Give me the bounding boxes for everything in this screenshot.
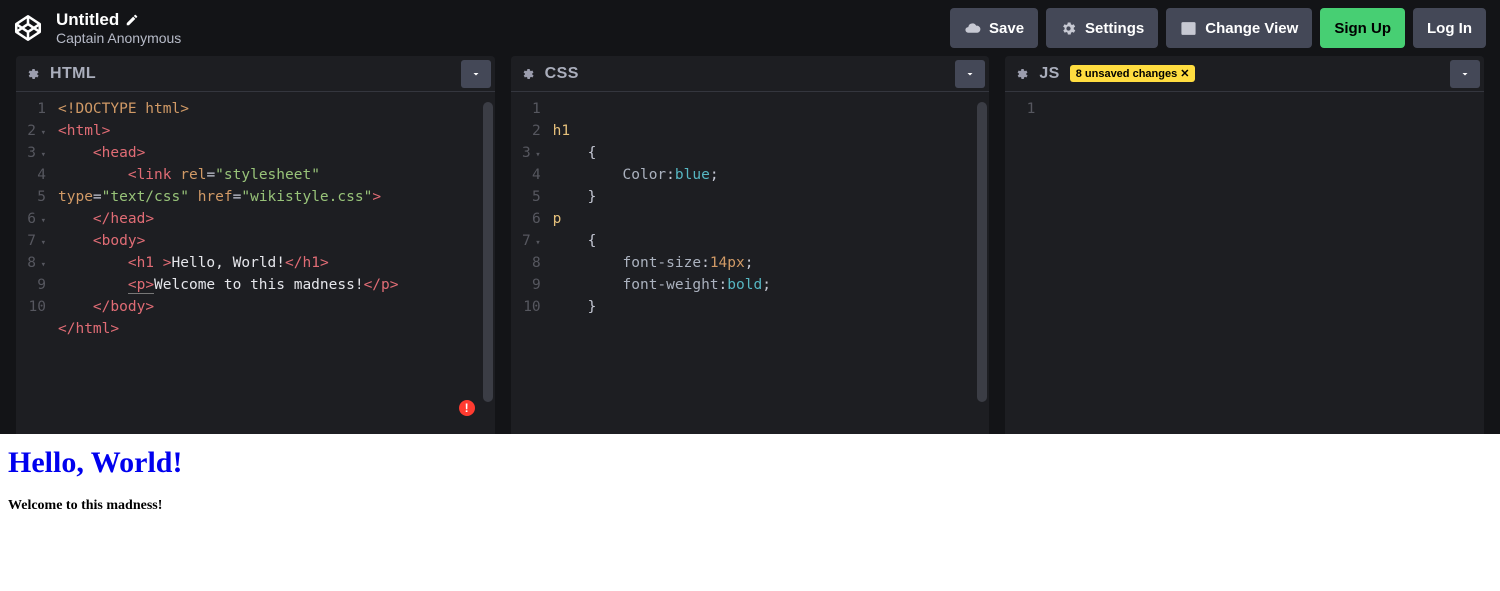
scrollbar[interactable]: [977, 102, 987, 402]
preview-heading: Hello, World!: [8, 446, 1492, 480]
panel-html: HTML 1 2▾ 3▾ 4 5 6▾ 7▾ 8▾ 9 10 <!DOCTYPE…: [16, 56, 495, 434]
edit-icon[interactable]: [125, 13, 139, 27]
preview-paragraph: Welcome to this madness!: [8, 498, 1492, 514]
signup-button[interactable]: Sign Up: [1320, 8, 1405, 48]
change-view-button[interactable]: Change View: [1166, 8, 1312, 48]
panel-title-js: JS: [1039, 65, 1059, 83]
unsaved-label: 8 unsaved changes: [1076, 68, 1178, 80]
css-editor[interactable]: 1 2 3▾ 4 5 6 7▾ 8 9 10 h1 { Color:blue; …: [511, 92, 990, 434]
codepen-logo-icon[interactable]: [14, 13, 44, 43]
css-gutter: 1 2 3▾ 4 5 6 7▾ 8 9 10: [511, 92, 549, 434]
js-editor[interactable]: 1: [1005, 92, 1484, 434]
chevron-down-icon: [1459, 68, 1471, 80]
scrollbar[interactable]: [483, 102, 493, 402]
pen-author: Captain Anonymous: [56, 30, 181, 46]
preview-pane: Hello, World! Welcome to this madness!: [0, 434, 1500, 591]
settings-button[interactable]: Settings: [1046, 8, 1158, 48]
panel-html-header: HTML: [16, 56, 495, 92]
signup-label: Sign Up: [1334, 20, 1391, 37]
gear-icon[interactable]: [26, 67, 40, 81]
panel-css-header: CSS: [511, 56, 990, 92]
html-code[interactable]: <!DOCTYPE html> <html> <head> <link rel=…: [54, 92, 495, 434]
gear-icon: [1060, 20, 1077, 37]
js-gutter: 1: [1005, 92, 1043, 434]
panel-css-dropdown[interactable]: [955, 60, 985, 88]
pen-title[interactable]: Untitled: [56, 10, 119, 30]
panel-title-html: HTML: [50, 65, 96, 83]
html-gutter: 1 2▾ 3▾ 4 5 6▾ 7▾ 8▾ 9 10: [16, 92, 54, 434]
panel-css: CSS 1 2 3▾ 4 5 6 7▾ 8 9 10 h1 { Color:bl…: [511, 56, 990, 434]
error-icon[interactable]: !: [459, 400, 475, 416]
html-editor[interactable]: 1 2▾ 3▾ 4 5 6▾ 7▾ 8▾ 9 10 <!DOCTYPE html…: [16, 92, 495, 434]
cloud-icon: [964, 20, 981, 37]
chevron-down-icon: [964, 68, 976, 80]
save-button[interactable]: Save: [950, 8, 1038, 48]
save-label: Save: [989, 20, 1024, 37]
panel-js-dropdown[interactable]: [1450, 60, 1480, 88]
unsaved-badge[interactable]: 8 unsaved changes ✕: [1070, 65, 1196, 82]
pen-title-block: Untitled Captain Anonymous: [56, 10, 181, 46]
change-view-label: Change View: [1205, 20, 1298, 37]
layout-icon: [1180, 20, 1197, 37]
js-code[interactable]: [1043, 92, 1484, 434]
css-code[interactable]: h1 { Color:blue; } p { font-size:14px; f…: [549, 92, 990, 434]
panel-html-dropdown[interactable]: [461, 60, 491, 88]
panel-title-css: CSS: [545, 65, 579, 83]
chevron-down-icon: [470, 68, 482, 80]
settings-label: Settings: [1085, 20, 1144, 37]
panel-js-header: JS 8 unsaved changes ✕: [1005, 56, 1484, 92]
login-label: Log In: [1427, 20, 1472, 37]
gear-icon[interactable]: [521, 67, 535, 81]
close-icon[interactable]: ✕: [1180, 67, 1189, 80]
login-button[interactable]: Log In: [1413, 8, 1486, 48]
panel-js: JS 8 unsaved changes ✕ 1: [1005, 56, 1484, 434]
editors-row: HTML 1 2▾ 3▾ 4 5 6▾ 7▾ 8▾ 9 10 <!DOCTYPE…: [0, 56, 1500, 434]
gear-icon[interactable]: [1015, 67, 1029, 81]
app-header: Untitled Captain Anonymous Save Settings…: [0, 0, 1500, 56]
